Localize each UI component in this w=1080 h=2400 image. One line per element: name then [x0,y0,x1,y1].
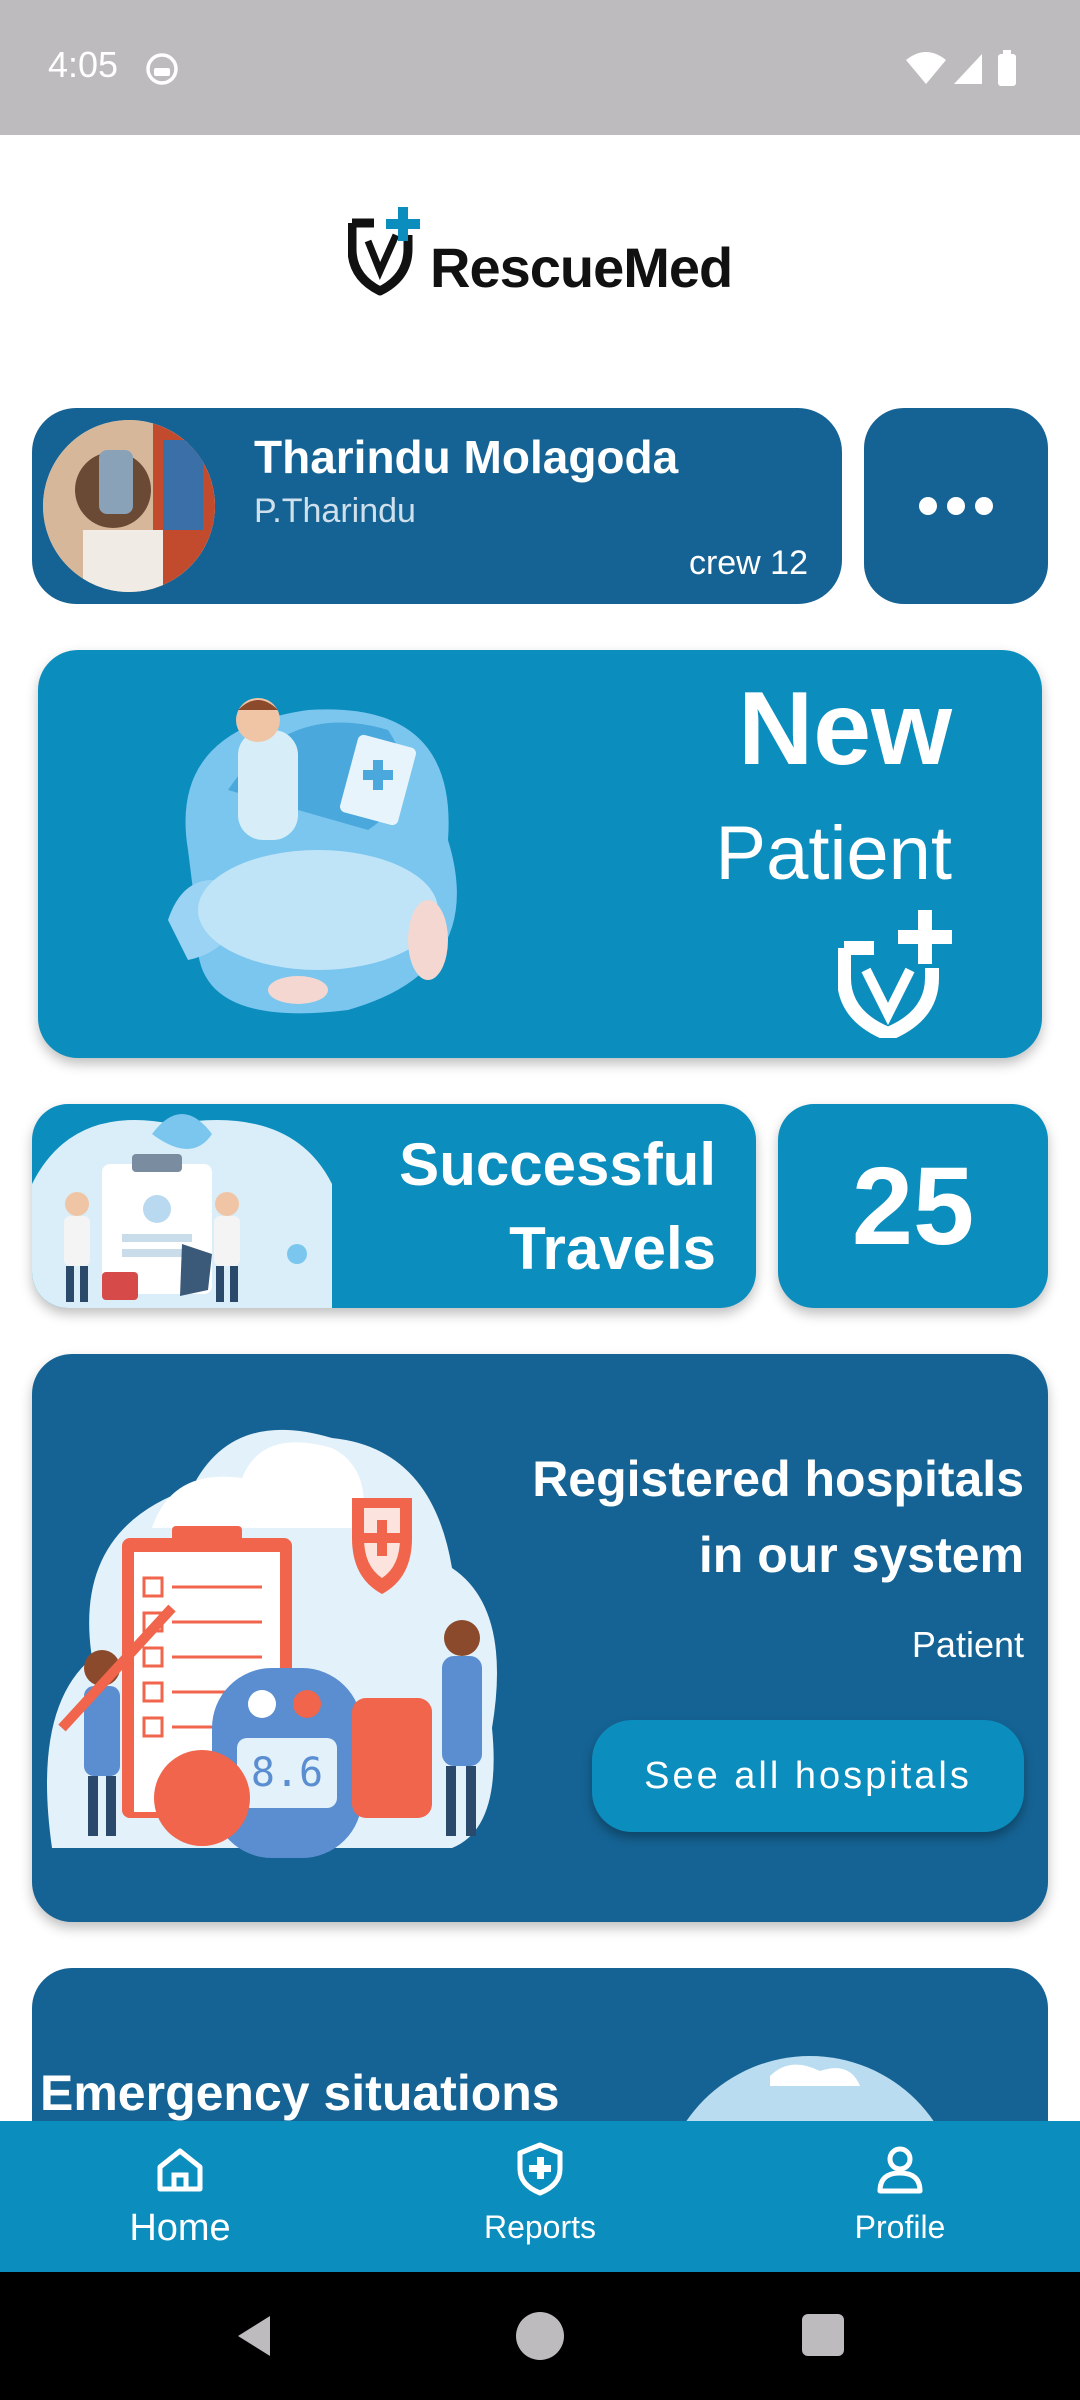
hospitals-title-line1: Registered hospitals [532,1451,1024,1507]
recents-square-icon[interactable] [802,2314,844,2356]
hospitals-title-line2: in our system [698,1527,1024,1583]
status-bar: 4:05 [0,0,1080,135]
rescuemed-shield-icon [348,207,420,296]
status-time: 4:05 [48,44,119,85]
new-patient-title: New [738,671,952,787]
crew-label: crew 12 [688,544,808,582]
profile-name: Tharindu Molagoda [254,431,679,483]
see-all-hospitals-button[interactable]: See all hospitals [592,1720,1024,1832]
system-navigation-bar [0,2272,1080,2400]
rescuemed-logo: RescueMed [348,205,738,300]
svg-text:8.6: 8.6 [251,1750,323,1796]
travels-count: 25 [778,1104,1048,1308]
back-icon[interactable] [232,2312,280,2360]
android-app-icon [146,53,178,85]
nav-item-reports[interactable]: Reports [420,2121,660,2272]
travels-label-line2: Travels [509,1215,716,1282]
shield-plus-icon [517,2142,563,2196]
medical-team-illustration [32,1114,332,1308]
hospital-checklist-illustration: 8.6 [47,1429,497,1858]
nav-label-reports: Reports [483,2209,597,2245]
profile-username: P.Tharindu [254,492,416,530]
nav-item-profile[interactable]: Profile [780,2121,1020,2272]
signal-icon [954,54,982,84]
emergency-title: Emergency situations [40,2065,560,2121]
user-badge-icon [877,2146,923,2194]
nav-label-profile: Profile [854,2209,946,2245]
bottom-navigation: Home Reports Profile [0,2121,1080,2272]
more-options-button[interactable] [864,408,1048,604]
more-dots-icon [919,497,937,515]
avatar [38,415,220,597]
shield-plus-icon [838,910,952,1038]
nav-item-home[interactable]: Home [60,2121,300,2272]
registered-hospitals-card: 8.6 Registered hospitals in our system P… [32,1354,1048,1922]
home-icon [157,2148,203,2192]
doctor-illustration [168,698,457,1014]
hospitals-subtitle: Patient [911,1624,1024,1665]
new-patient-subtitle: Patient [715,811,952,896]
nav-label-home: Home [129,2207,231,2249]
wifi-icon [906,52,946,84]
home-circle-icon[interactable] [516,2312,564,2360]
more-dot [975,497,993,515]
logo-text: RescueMed [430,236,733,299]
travels-label-line1: Successful [399,1131,716,1198]
more-dot [947,497,965,515]
successful-travels-card[interactable]: Successful Travels [32,1104,756,1308]
battery-icon [998,54,1016,86]
profile-card[interactable]: Tharindu Molagoda P.Tharindu crew 12 [32,408,842,604]
new-patient-card[interactable]: New Patient [38,650,1042,1058]
status-icons [906,50,1016,86]
